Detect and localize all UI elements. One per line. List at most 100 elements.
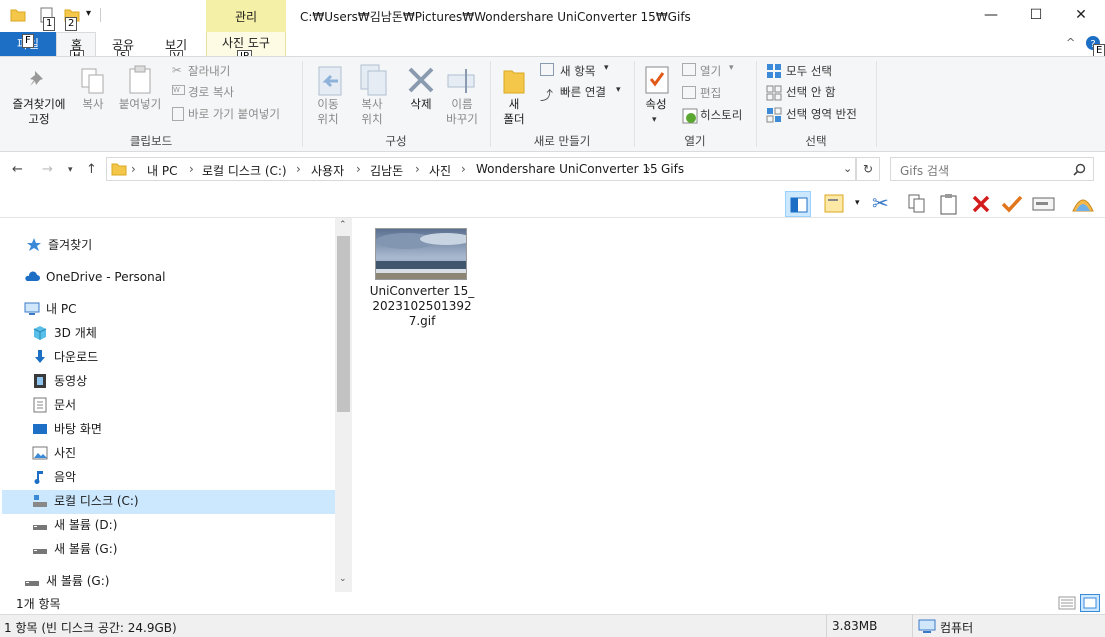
select-all-icon: [767, 64, 781, 78]
edit-button[interactable]: 편집: [700, 85, 721, 101]
copy-icon: [81, 68, 104, 94]
forward-arrow-icon[interactable]: →: [42, 162, 53, 177]
rename-button[interactable]: [1030, 191, 1056, 217]
properties-button[interactable]: [998, 191, 1024, 217]
nav-item-3d-objects[interactable]: 3D 개체: [32, 322, 97, 344]
back-arrow-icon[interactable]: ←: [12, 162, 23, 177]
nav-item-videos[interactable]: 동영상: [32, 370, 87, 392]
nav-item-local-disk-c[interactable]: 로컬 디스크 (C:): [32, 490, 139, 512]
minimize-button[interactable]: —: [968, 0, 1014, 30]
breadcrumb-separator-icon[interactable]: ›: [356, 162, 361, 176]
file-list: UniConverter 15_20231025013927.gif: [352, 218, 1105, 592]
scroll-up-icon[interactable]: ⌃: [339, 220, 347, 230]
select-none-button[interactable]: 선택 안 함: [786, 84, 836, 100]
breadcrumb-users[interactable]: 사용자: [311, 162, 344, 179]
new-item-button[interactable]: 새 항목: [560, 63, 595, 79]
breadcrumb-separator-icon[interactable]: ›: [415, 162, 420, 176]
nav-item-documents[interactable]: 문서: [32, 394, 76, 416]
ribbon-tabs: 파일 F 홈 H 공유 S 보기 V 사진 도구 JP ^ ? E: [0, 32, 1105, 64]
pin-to-quick-access-button[interactable]: 즐겨찾기에 고정: [4, 97, 74, 127]
nav-item-this-pc[interactable]: 내 PC: [24, 298, 76, 320]
star-icon: [26, 237, 42, 253]
open-button[interactable]: 열기: [700, 63, 721, 79]
invert-selection-icon: [766, 107, 782, 123]
scrollbar-thumb[interactable]: [337, 236, 350, 412]
nav-item-onedrive[interactable]: OneDrive - Personal: [24, 266, 165, 288]
move-to-icon: [318, 66, 342, 96]
breadcrumb-local-disk[interactable]: 로컬 디스크 (C:): [202, 162, 287, 179]
breadcrumb-separator-icon[interactable]: ›: [189, 162, 194, 176]
breadcrumb-separator-icon[interactable]: ›: [131, 162, 136, 176]
copy-path-button[interactable]: 경로 복사: [188, 84, 234, 100]
recent-locations-icon[interactable]: ▾: [68, 165, 73, 175]
drive-icon: [32, 517, 48, 533]
easy-access-button[interactable]: 빠른 연결: [560, 84, 606, 100]
maximize-button[interactable]: ☐: [1013, 0, 1059, 30]
breadcrumb-separator-icon[interactable]: ›: [296, 162, 301, 176]
properties-button[interactable]: 속성: [638, 97, 674, 112]
folder-icon[interactable]: [10, 7, 26, 23]
breadcrumb-separator-icon[interactable]: ›: [646, 162, 651, 176]
clipboard-group-label: 클립보드: [129, 134, 173, 148]
breadcrumb-separator-icon[interactable]: ›: [461, 162, 466, 176]
history-button[interactable]: 히스토리: [700, 107, 742, 123]
paste-shortcut-button[interactable]: 바로 가기 붙여넣기: [188, 106, 280, 122]
breadcrumb-uniconverter[interactable]: Wondershare UniConverter 15: [476, 162, 658, 176]
select-all-button[interactable]: 모두 선택: [786, 63, 832, 79]
customize-qa-icon[interactable]: ▾: [86, 8, 91, 19]
nav-item-pictures[interactable]: 사진: [32, 442, 76, 464]
chevron-down-icon: ▾: [604, 63, 609, 73]
document-icon: [32, 397, 48, 413]
preview-pane-button[interactable]: [785, 191, 811, 217]
cut-button[interactable]: 잘라내기: [188, 63, 230, 79]
breadcrumb-pictures[interactable]: 사진: [429, 162, 451, 179]
checkmark-icon: [1001, 195, 1023, 213]
chevron-down-icon[interactable]: ▾: [855, 198, 860, 208]
nav-item-volume-g[interactable]: 새 볼륨 (G:): [32, 538, 117, 560]
copy-button[interactable]: [904, 191, 930, 217]
paste-shortcut-icon: [172, 107, 184, 121]
drive-icon: [24, 573, 40, 589]
open-group-label: 열기: [684, 134, 706, 148]
search-box[interactable]: Gifs 검색: [890, 157, 1094, 181]
properties-icon: [645, 66, 669, 94]
invert-selection-button[interactable]: 선택 영역 반전: [786, 106, 857, 122]
rename-icon: [447, 69, 475, 93]
download-icon: [32, 349, 48, 365]
up-arrow-icon[interactable]: ↑: [86, 162, 97, 177]
large-icons-view-icon[interactable]: [1080, 594, 1100, 612]
copy-to-button[interactable]: 복사 위치: [352, 97, 392, 127]
copy-button[interactable]: 복사: [78, 97, 108, 112]
paste-button[interactable]: 붙여넣기: [114, 97, 166, 112]
address-history-chevron-icon[interactable]: ⌄: [843, 162, 852, 175]
details-view-icon[interactable]: [1058, 595, 1076, 611]
scroll-down-icon[interactable]: ⌄: [339, 574, 347, 584]
manage-contextual-tab[interactable]: 관리: [206, 0, 286, 32]
nav-item-volume-d[interactable]: 새 볼륨 (D:): [32, 514, 117, 536]
close-button[interactable]: ✕: [1058, 0, 1104, 30]
address-bar[interactable]: › 내 PC › 로컬 디스크 (C:) › 사용자 › 김남돈 › 사진 › …: [106, 157, 856, 181]
new-folder-button[interactable]: 새 폴더: [496, 97, 532, 127]
nav-pane-scrollbar[interactable]: ⌃ ⌄: [335, 218, 352, 592]
shell-extension-button[interactable]: [1070, 191, 1096, 217]
nav-item-downloads[interactable]: 다운로드: [32, 346, 98, 368]
nav-item-quick-access[interactable]: 즐겨찾기: [26, 234, 92, 256]
paste-button[interactable]: [936, 191, 962, 217]
breadcrumb-gifs[interactable]: Gifs: [661, 162, 684, 176]
rename-button[interactable]: 이름 바꾸기: [440, 97, 484, 127]
copy-to-icon: [360, 64, 387, 96]
nav-item-music[interactable]: 음악: [32, 466, 76, 488]
breadcrumb-user[interactable]: 김남돈: [370, 162, 403, 179]
refresh-icon[interactable]: ↻: [856, 157, 880, 181]
navigation-pane: 즐겨찾기 OneDrive - Personal 내 PC 3D 개체 다운로드…: [0, 218, 352, 592]
breadcrumb-my-pc[interactable]: 내 PC: [147, 162, 177, 179]
move-to-button[interactable]: 이동 위치: [308, 97, 348, 127]
collapse-ribbon-icon[interactable]: ^: [1066, 36, 1075, 49]
cut-icon[interactable]: ✂: [872, 191, 898, 217]
nav-item-volume-g-root[interactable]: 새 볼륨 (G:): [24, 570, 109, 592]
layout-button[interactable]: [822, 191, 848, 217]
delete-button[interactable]: [968, 191, 994, 217]
new-item-icon: [540, 63, 554, 76]
delete-button[interactable]: 삭제: [402, 97, 440, 112]
nav-item-desktop[interactable]: 바탕 화면: [32, 418, 102, 440]
